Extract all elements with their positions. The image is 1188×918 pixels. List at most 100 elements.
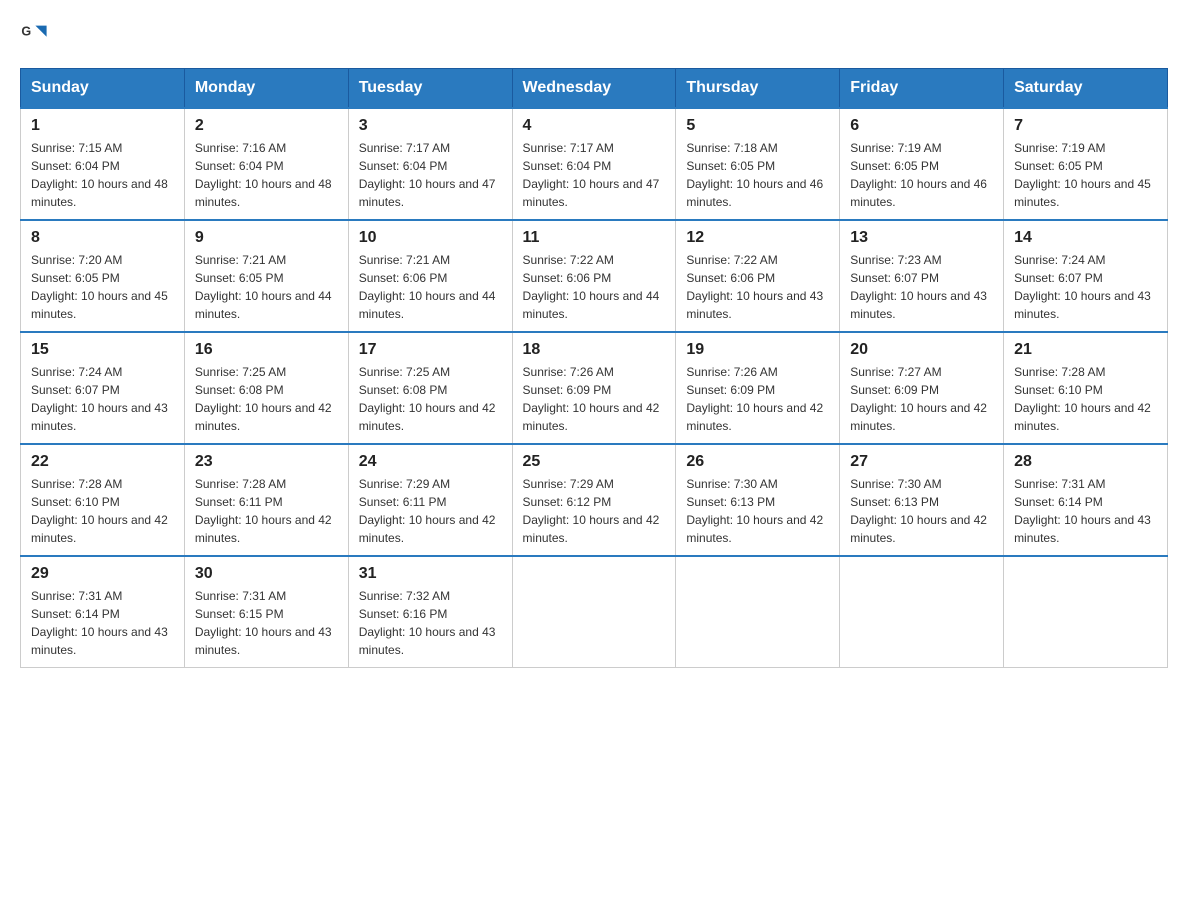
day-number: 10 [359, 229, 502, 247]
calendar-day-cell: 13 Sunrise: 7:23 AMSunset: 6:07 PMDaylig… [840, 220, 1004, 332]
calendar-day-cell: 20 Sunrise: 7:27 AMSunset: 6:09 PMDaylig… [840, 332, 1004, 444]
day-info: Sunrise: 7:31 AMSunset: 6:15 PMDaylight:… [195, 589, 332, 657]
day-info: Sunrise: 7:32 AMSunset: 6:16 PMDaylight:… [359, 589, 496, 657]
day-number: 22 [31, 453, 174, 471]
calendar-header-thursday: Thursday [676, 69, 840, 109]
day-number: 14 [1014, 229, 1157, 247]
day-info: Sunrise: 7:25 AMSunset: 6:08 PMDaylight:… [359, 365, 496, 433]
day-number: 31 [359, 565, 502, 583]
calendar-header-saturday: Saturday [1004, 69, 1168, 109]
day-info: Sunrise: 7:28 AMSunset: 6:10 PMDaylight:… [31, 477, 168, 545]
calendar-day-cell: 26 Sunrise: 7:30 AMSunset: 6:13 PMDaylig… [676, 444, 840, 556]
calendar-day-cell: 30 Sunrise: 7:31 AMSunset: 6:15 PMDaylig… [184, 556, 348, 668]
day-info: Sunrise: 7:20 AMSunset: 6:05 PMDaylight:… [31, 253, 168, 321]
calendar-day-cell: 21 Sunrise: 7:28 AMSunset: 6:10 PMDaylig… [1004, 332, 1168, 444]
calendar-header-friday: Friday [840, 69, 1004, 109]
day-number: 24 [359, 453, 502, 471]
day-number: 25 [523, 453, 666, 471]
day-info: Sunrise: 7:22 AMSunset: 6:06 PMDaylight:… [686, 253, 823, 321]
calendar-day-cell: 6 Sunrise: 7:19 AMSunset: 6:05 PMDayligh… [840, 108, 1004, 220]
page-header: G [20, 20, 1168, 48]
day-info: Sunrise: 7:26 AMSunset: 6:09 PMDaylight:… [523, 365, 660, 433]
day-number: 29 [31, 565, 174, 583]
day-number: 26 [686, 453, 829, 471]
calendar-week-row: 8 Sunrise: 7:20 AMSunset: 6:05 PMDayligh… [21, 220, 1168, 332]
day-number: 3 [359, 117, 502, 135]
calendar-day-cell: 14 Sunrise: 7:24 AMSunset: 6:07 PMDaylig… [1004, 220, 1168, 332]
day-number: 23 [195, 453, 338, 471]
calendar-day-cell: 2 Sunrise: 7:16 AMSunset: 6:04 PMDayligh… [184, 108, 348, 220]
day-number: 19 [686, 341, 829, 359]
day-info: Sunrise: 7:17 AMSunset: 6:04 PMDaylight:… [523, 141, 660, 209]
svg-text:G: G [21, 24, 31, 38]
calendar-table: SundayMondayTuesdayWednesdayThursdayFrid… [20, 68, 1168, 668]
day-info: Sunrise: 7:29 AMSunset: 6:11 PMDaylight:… [359, 477, 496, 545]
day-number: 8 [31, 229, 174, 247]
day-info: Sunrise: 7:28 AMSunset: 6:10 PMDaylight:… [1014, 365, 1151, 433]
calendar-day-cell [676, 556, 840, 668]
day-info: Sunrise: 7:31 AMSunset: 6:14 PMDaylight:… [1014, 477, 1151, 545]
calendar-day-cell: 10 Sunrise: 7:21 AMSunset: 6:06 PMDaylig… [348, 220, 512, 332]
day-number: 27 [850, 453, 993, 471]
calendar-day-cell: 23 Sunrise: 7:28 AMSunset: 6:11 PMDaylig… [184, 444, 348, 556]
calendar-day-cell: 9 Sunrise: 7:21 AMSunset: 6:05 PMDayligh… [184, 220, 348, 332]
calendar-day-cell: 28 Sunrise: 7:31 AMSunset: 6:14 PMDaylig… [1004, 444, 1168, 556]
day-number: 7 [1014, 117, 1157, 135]
day-number: 21 [1014, 341, 1157, 359]
day-number: 6 [850, 117, 993, 135]
day-info: Sunrise: 7:24 AMSunset: 6:07 PMDaylight:… [31, 365, 168, 433]
day-info: Sunrise: 7:30 AMSunset: 6:13 PMDaylight:… [686, 477, 823, 545]
calendar-week-row: 15 Sunrise: 7:24 AMSunset: 6:07 PMDaylig… [21, 332, 1168, 444]
calendar-day-cell: 24 Sunrise: 7:29 AMSunset: 6:11 PMDaylig… [348, 444, 512, 556]
calendar-day-cell: 3 Sunrise: 7:17 AMSunset: 6:04 PMDayligh… [348, 108, 512, 220]
calendar-header-tuesday: Tuesday [348, 69, 512, 109]
calendar-day-cell: 16 Sunrise: 7:25 AMSunset: 6:08 PMDaylig… [184, 332, 348, 444]
calendar-day-cell [1004, 556, 1168, 668]
general-blue-logo-icon: G [20, 20, 48, 48]
calendar-day-cell: 12 Sunrise: 7:22 AMSunset: 6:06 PMDaylig… [676, 220, 840, 332]
day-info: Sunrise: 7:29 AMSunset: 6:12 PMDaylight:… [523, 477, 660, 545]
calendar-day-cell: 18 Sunrise: 7:26 AMSunset: 6:09 PMDaylig… [512, 332, 676, 444]
calendar-day-cell: 4 Sunrise: 7:17 AMSunset: 6:04 PMDayligh… [512, 108, 676, 220]
day-number: 28 [1014, 453, 1157, 471]
calendar-day-cell: 8 Sunrise: 7:20 AMSunset: 6:05 PMDayligh… [21, 220, 185, 332]
day-number: 18 [523, 341, 666, 359]
day-number: 30 [195, 565, 338, 583]
day-info: Sunrise: 7:24 AMSunset: 6:07 PMDaylight:… [1014, 253, 1151, 321]
day-info: Sunrise: 7:25 AMSunset: 6:08 PMDaylight:… [195, 365, 332, 433]
day-info: Sunrise: 7:15 AMSunset: 6:04 PMDaylight:… [31, 141, 168, 209]
day-info: Sunrise: 7:21 AMSunset: 6:05 PMDaylight:… [195, 253, 332, 321]
day-number: 12 [686, 229, 829, 247]
day-info: Sunrise: 7:16 AMSunset: 6:04 PMDaylight:… [195, 141, 332, 209]
day-number: 13 [850, 229, 993, 247]
day-number: 16 [195, 341, 338, 359]
calendar-day-cell: 29 Sunrise: 7:31 AMSunset: 6:14 PMDaylig… [21, 556, 185, 668]
day-number: 4 [523, 117, 666, 135]
calendar-header-row: SundayMondayTuesdayWednesdayThursdayFrid… [21, 69, 1168, 109]
day-info: Sunrise: 7:23 AMSunset: 6:07 PMDaylight:… [850, 253, 987, 321]
day-number: 9 [195, 229, 338, 247]
day-info: Sunrise: 7:27 AMSunset: 6:09 PMDaylight:… [850, 365, 987, 433]
calendar-day-cell: 31 Sunrise: 7:32 AMSunset: 6:16 PMDaylig… [348, 556, 512, 668]
calendar-day-cell: 11 Sunrise: 7:22 AMSunset: 6:06 PMDaylig… [512, 220, 676, 332]
day-number: 20 [850, 341, 993, 359]
calendar-day-cell [840, 556, 1004, 668]
day-number: 2 [195, 117, 338, 135]
calendar-day-cell: 22 Sunrise: 7:28 AMSunset: 6:10 PMDaylig… [21, 444, 185, 556]
calendar-day-cell: 25 Sunrise: 7:29 AMSunset: 6:12 PMDaylig… [512, 444, 676, 556]
calendar-day-cell: 15 Sunrise: 7:24 AMSunset: 6:07 PMDaylig… [21, 332, 185, 444]
calendar-header-sunday: Sunday [21, 69, 185, 109]
day-number: 5 [686, 117, 829, 135]
day-info: Sunrise: 7:19 AMSunset: 6:05 PMDaylight:… [850, 141, 987, 209]
calendar-day-cell: 5 Sunrise: 7:18 AMSunset: 6:05 PMDayligh… [676, 108, 840, 220]
day-number: 17 [359, 341, 502, 359]
day-info: Sunrise: 7:26 AMSunset: 6:09 PMDaylight:… [686, 365, 823, 433]
day-number: 11 [523, 229, 666, 247]
day-number: 1 [31, 117, 174, 135]
calendar-day-cell: 17 Sunrise: 7:25 AMSunset: 6:08 PMDaylig… [348, 332, 512, 444]
calendar-week-row: 22 Sunrise: 7:28 AMSunset: 6:10 PMDaylig… [21, 444, 1168, 556]
calendar-header-wednesday: Wednesday [512, 69, 676, 109]
calendar-week-row: 29 Sunrise: 7:31 AMSunset: 6:14 PMDaylig… [21, 556, 1168, 668]
day-info: Sunrise: 7:31 AMSunset: 6:14 PMDaylight:… [31, 589, 168, 657]
day-info: Sunrise: 7:28 AMSunset: 6:11 PMDaylight:… [195, 477, 332, 545]
